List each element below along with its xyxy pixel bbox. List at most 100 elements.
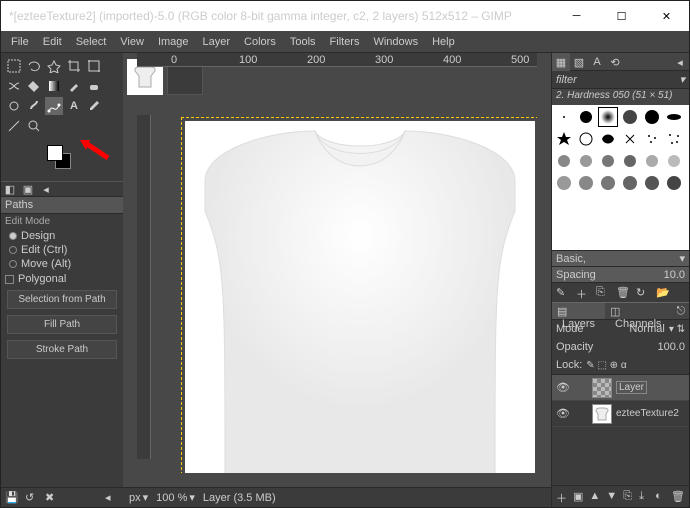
unit-select[interactable]: px ▾	[129, 491, 148, 504]
menu-filters[interactable]: Filters	[324, 34, 366, 50]
brush-list[interactable]	[552, 105, 689, 250]
restore-icon[interactable]: ↺	[25, 491, 39, 505]
maximize-button[interactable]: ☐	[599, 1, 644, 31]
tool-gradient[interactable]	[45, 77, 63, 95]
tool-warp[interactable]	[5, 77, 23, 95]
down-icon[interactable]: ▼	[606, 490, 617, 504]
dock-tabs[interactable]: ◧ ▣ ◂	[1, 181, 123, 197]
tool-crop[interactable]	[65, 57, 83, 75]
zoom-select[interactable]: 100 % ▾	[156, 491, 195, 504]
canvas[interactable]	[151, 115, 537, 473]
toolbox: A	[1, 53, 123, 139]
delete-icon[interactable]: ✖	[45, 491, 59, 505]
menu-colors[interactable]: Colors	[238, 34, 282, 50]
del-layer-icon[interactable]: 🗑	[671, 490, 685, 504]
radio-design[interactable]: Design	[1, 229, 123, 243]
statusbar: px ▾ 100 % ▾ Layer (3.5 MB)	[123, 487, 551, 507]
titlebar: *[ezteeTexture2] (imported)-5.0 (RGB col…	[1, 1, 689, 31]
tab-layers[interactable]: ▤ Layers	[552, 303, 605, 319]
btn-fill-path[interactable]: Fill Path	[7, 315, 117, 334]
tab-tool-options[interactable]: ◧	[1, 183, 19, 196]
left-bottom-icons: 💾 ↺ ✖ ◂	[1, 487, 123, 507]
radio-edit[interactable]: Edit (Ctrl)	[1, 243, 123, 257]
paths-header: Paths	[1, 197, 123, 214]
tab-channels[interactable]: ◫ Channels	[605, 303, 671, 319]
tool-fuzzy[interactable]	[45, 57, 63, 75]
menu-file[interactable]: File	[5, 34, 35, 50]
tool-eraser[interactable]	[85, 77, 103, 95]
tool-clone[interactable]	[5, 97, 23, 115]
menu-layer[interactable]: Layer	[197, 34, 237, 50]
tool-rect-select[interactable]	[5, 57, 23, 75]
up-icon[interactable]: ▲	[589, 490, 600, 504]
tool-measure[interactable]	[5, 117, 23, 135]
tool-smudge[interactable]	[25, 97, 43, 115]
tool-picker[interactable]	[85, 97, 103, 115]
minimize-button[interactable]: ─	[554, 1, 599, 31]
tool-free-select[interactable]	[25, 57, 43, 75]
tab-history[interactable]: ⟲	[606, 53, 624, 71]
tab-patterns[interactable]: ▧	[570, 53, 588, 71]
menubar: File Edit Select View Image Layer Colors…	[1, 31, 689, 53]
layer-thumb	[592, 404, 612, 424]
ruler-vertical	[137, 115, 151, 459]
dup-brush-icon[interactable]: ⎘	[596, 286, 610, 300]
lock-row[interactable]: Lock: ✎ ⬚ ⊕ α	[552, 356, 689, 374]
new-layer-icon[interactable]: ＋	[556, 490, 567, 504]
open-brush-icon[interactable]: 📂	[656, 286, 670, 300]
brush-spacing[interactable]: Spacing10.0	[552, 266, 689, 282]
layer-item[interactable]: 👁 Layer	[552, 375, 689, 401]
layer-list: 👁 Layer 👁 ezteeTexture2	[552, 374, 689, 485]
tab-menu-icon[interactable]: ◂	[671, 53, 689, 71]
tab-fonts[interactable]: A	[588, 53, 606, 71]
tool-text[interactable]: A	[65, 97, 83, 115]
mode-row[interactable]: ModeNormal ▾ ⇅	[552, 320, 689, 338]
dup-layer-icon[interactable]: ⎘	[623, 490, 633, 504]
annotation-arrow	[78, 138, 110, 160]
fg-color[interactable]	[47, 145, 63, 161]
tab-arrow[interactable]: ◂	[37, 183, 55, 196]
layer-item[interactable]: 👁 ezteeTexture2	[552, 401, 689, 427]
close-button[interactable]: ✕	[644, 1, 689, 31]
tab-brushes[interactable]: ▦	[552, 53, 570, 71]
btn-stroke-path[interactable]: Stroke Path	[7, 340, 117, 359]
tab-paths-right[interactable]: ⎋Paths	[672, 303, 690, 319]
mask-icon[interactable]: ◐	[655, 490, 665, 504]
brush-actions: ✎ ＋ ⎘ 🗑 ↻ 📂	[552, 282, 689, 302]
group-icon[interactable]: ▣	[573, 490, 583, 504]
del-brush-icon[interactable]: 🗑	[616, 286, 630, 300]
opacity-row[interactable]: Opacity100.0	[552, 338, 689, 356]
brush-filter[interactable]: filter▾	[552, 71, 689, 89]
brush-name: 2. Hardness 050 (51 × 51)	[552, 89, 689, 105]
tool-bucket[interactable]	[25, 77, 43, 95]
tab-device[interactable]: ▣	[19, 183, 37, 196]
layer-name[interactable]: Layer	[616, 381, 647, 394]
menu-view[interactable]: View	[114, 34, 150, 50]
save-options-icon[interactable]: 💾	[5, 491, 19, 505]
tool-paths[interactable]	[45, 97, 63, 115]
menu-icon[interactable]: ◂	[105, 491, 119, 505]
new-brush-icon[interactable]: ＋	[576, 286, 590, 300]
visibility-icon[interactable]: 👁	[556, 381, 570, 395]
menu-select[interactable]: Select	[70, 34, 113, 50]
radio-move[interactable]: Move (Alt)	[1, 257, 123, 271]
ruler-horizontal: 0 100 200 300 400 500	[137, 53, 537, 67]
menu-image[interactable]: Image	[152, 34, 195, 50]
tool-brush[interactable]	[65, 77, 83, 95]
right-tabs-top: ▦ ▧ A ⟲ ◂	[552, 53, 689, 71]
status-text: Layer (3.5 MB)	[203, 492, 276, 504]
menu-help[interactable]: Help	[426, 34, 461, 50]
refresh-brush-icon[interactable]: ↻	[636, 286, 650, 300]
btn-selection-from-path[interactable]: Selection from Path	[7, 290, 117, 309]
check-polygonal[interactable]: Polygonal	[1, 271, 123, 287]
menu-edit[interactable]: Edit	[37, 34, 68, 50]
menu-windows[interactable]: Windows	[367, 34, 424, 50]
tool-zoom[interactable]	[25, 117, 43, 135]
merge-icon[interactable]: ⤓	[639, 490, 649, 504]
edit-brush-icon[interactable]: ✎	[556, 286, 570, 300]
visibility-icon[interactable]: 👁	[556, 407, 570, 421]
brush-preset[interactable]: Basic,▾	[552, 250, 689, 266]
menu-tools[interactable]: Tools	[284, 34, 322, 50]
color-swatch[interactable]	[47, 145, 75, 177]
tool-transform[interactable]	[85, 57, 103, 75]
